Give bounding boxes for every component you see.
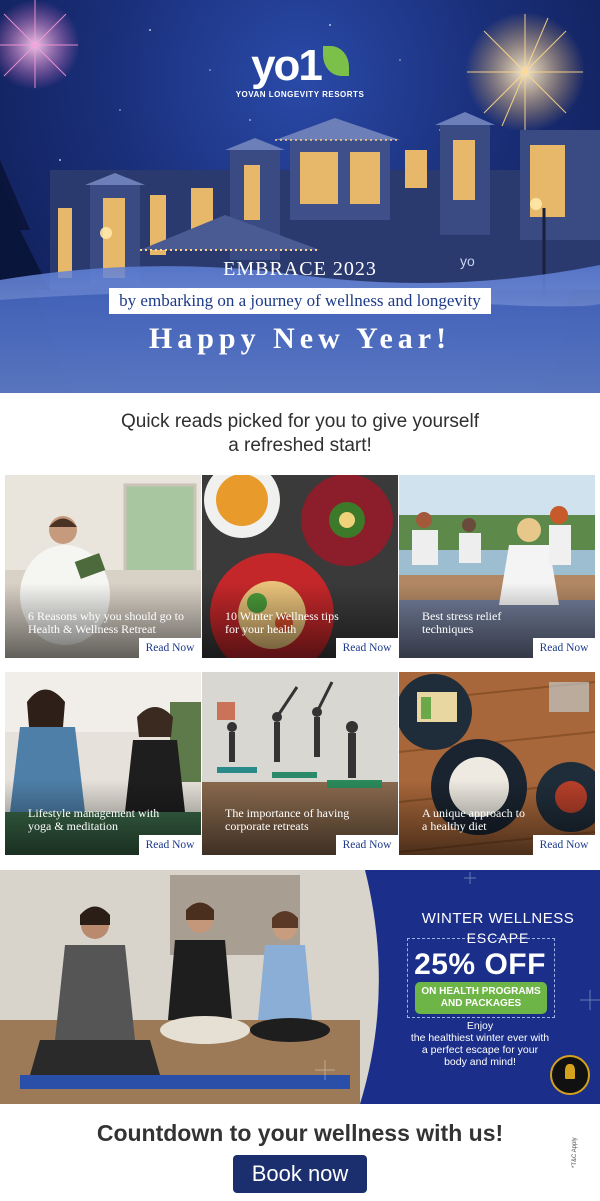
intro-line-2: a refreshed start! xyxy=(228,435,372,456)
read-now-button[interactable]: Read Now xyxy=(533,638,595,658)
read-now-button[interactable]: Read Now xyxy=(336,638,398,658)
article-card[interactable]: Lifestyle management with yoga & meditat… xyxy=(5,672,201,855)
article-title-line: a healthy diet xyxy=(422,819,487,833)
promo-badge: ON HEALTH PROGRAMS AND PACKAGES xyxy=(415,982,547,1014)
leaf-icon xyxy=(322,46,349,76)
article-card[interactable]: 10 Winter Wellness tips for your health … xyxy=(202,475,398,658)
promo-body-line: body and mind! xyxy=(444,1056,516,1068)
article-title: The importance of having corporate retre… xyxy=(225,807,390,833)
award-seal-icon xyxy=(550,1055,590,1095)
read-now-button[interactable]: Read Now xyxy=(336,835,398,855)
read-now-button[interactable]: Read Now xyxy=(533,835,595,855)
article-title-line: techniques xyxy=(422,622,474,636)
article-card[interactable]: 6 Reasons why you should go to Health & … xyxy=(5,475,201,658)
promo-title: WINTER WELLNESS xyxy=(421,910,575,927)
countdown-heading: Countdown to your wellness with us! xyxy=(96,1120,504,1146)
article-card[interactable]: A unique approach to a healthy diet Read… xyxy=(399,672,595,855)
promo-discount: 25% OFF xyxy=(414,948,546,981)
brand-logo[interactable]: yo1 YOVAN LONGEVITY RESORTS xyxy=(0,41,600,100)
hero-subline-wrap: by embarking on a journey of wellness an… xyxy=(0,288,600,314)
article-title: Lifestyle management with yoga & meditat… xyxy=(28,807,193,833)
promo-body: Enjoy the healthiest winter ever with a … xyxy=(398,1020,562,1068)
read-now-button[interactable]: Read Now xyxy=(139,835,201,855)
promo-body-line: the healthiest winter ever with xyxy=(410,1032,550,1044)
logo-wordmark: yo1 xyxy=(251,41,323,90)
promo-body-line: Enjoy xyxy=(466,1020,494,1032)
article-title-line: for your health xyxy=(225,622,297,636)
article-title: Best stress relief techniques xyxy=(422,610,587,636)
article-card[interactable]: Best stress relief techniques Read Now xyxy=(399,475,595,658)
logo-subtitle: YOVAN LONGEVITY RESORTS xyxy=(235,90,365,99)
promo-offer-panel: WINTER WELLNESS ESCAPE 25% OFF ON HEALTH… xyxy=(398,870,600,1104)
book-now-button[interactable]: Book now xyxy=(233,1155,367,1193)
promo-banner[interactable]: WINTER WELLNESS ESCAPE 25% OFF ON HEALTH… xyxy=(0,870,600,1104)
promo-body-line: a perfect escape for your xyxy=(421,1044,539,1056)
article-title: 6 Reasons why you should go to Health & … xyxy=(28,610,193,636)
article-title-line: corporate retreats xyxy=(225,819,309,833)
article-title: 10 Winter Wellness tips for your health xyxy=(225,610,390,636)
hero-greeting: Happy New Year! xyxy=(148,322,452,355)
article-title-line: yoga & meditation xyxy=(28,819,118,833)
hero-subline: by embarking on a journey of wellness an… xyxy=(109,288,491,314)
article-card[interactable]: The importance of having corporate retre… xyxy=(202,672,398,855)
promo-escape: ESCAPE xyxy=(466,930,530,946)
hero-headline: EMBRACE 2023 xyxy=(223,258,377,280)
article-title-line: Health & Wellness Retreat xyxy=(28,622,156,636)
terms-note: *T&C Apply xyxy=(572,1137,578,1168)
intro-line-1: Quick reads picked for you to give yours… xyxy=(120,411,479,432)
hero-banner: yo yo1 YOVAN LONGEVITY RESORTS EMBRACE 2… xyxy=(0,0,600,393)
article-title: A unique approach to a healthy diet xyxy=(422,807,587,833)
intro-text: Quick reads picked for you to give yours… xyxy=(0,410,600,458)
read-now-button[interactable]: Read Now xyxy=(139,638,201,658)
promo-badge-line: AND PACKAGES xyxy=(440,998,522,1009)
promo-badge-line: ON HEALTH PROGRAMS xyxy=(421,986,541,997)
